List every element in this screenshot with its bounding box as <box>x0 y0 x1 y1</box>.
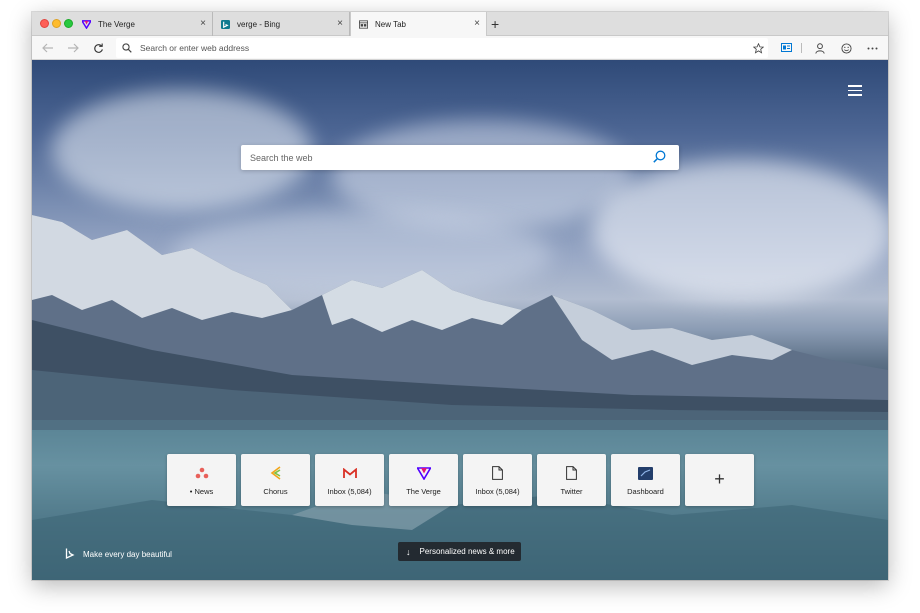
close-tab-icon[interactable]: × <box>200 19 206 29</box>
maximize-window-button[interactable] <box>64 19 73 28</box>
dashboard-icon <box>638 465 654 481</box>
document-icon <box>564 465 580 481</box>
verge-icon <box>416 465 432 481</box>
tile-label: The Verge <box>406 487 441 496</box>
reading-view-icon[interactable] <box>779 41 793 55</box>
browser-window: The Verge × verge - Bing × New Tab × + S… <box>32 12 888 580</box>
background-mountains <box>32 215 888 430</box>
close-tab-icon[interactable]: × <box>337 19 343 29</box>
bing-branding: Make every day beautiful <box>65 548 172 560</box>
add-site-tile[interactable]: + <box>685 454 754 506</box>
close-tab-icon[interactable]: × <box>474 19 480 29</box>
top-site-tile[interactable]: Inbox (5,084) <box>463 454 532 506</box>
refresh-icon[interactable] <box>91 41 105 55</box>
emoji-icon[interactable] <box>839 41 853 55</box>
tab-title: New Tab <box>375 20 406 29</box>
web-search-input[interactable] <box>250 152 640 163</box>
news-icon <box>194 465 210 481</box>
address-bar[interactable] <box>116 38 768 58</box>
tile-label: Inbox (5,084) <box>327 487 372 496</box>
personalized-news-button[interactable]: ↓ Personalized news & more <box>398 542 521 561</box>
new-tab-page: • News Chorus Inbox (5,084) The Verge <box>32 60 888 580</box>
top-site-tile[interactable]: Inbox (5,084) <box>315 454 384 506</box>
plus-icon: + <box>714 469 725 489</box>
new-tab-button[interactable]: + <box>491 16 499 32</box>
tab-title: verge - Bing <box>237 19 281 29</box>
page-settings-menu-icon[interactable] <box>848 85 862 97</box>
profile-icon[interactable] <box>813 41 827 55</box>
close-window-button[interactable] <box>40 19 49 28</box>
search-icon[interactable] <box>653 150 667 164</box>
tile-label: • News <box>189 487 214 496</box>
gmail-icon <box>342 465 358 481</box>
chorus-icon <box>268 465 284 481</box>
web-search-box[interactable] <box>241 145 679 170</box>
more-icon[interactable] <box>865 41 879 55</box>
tile-label: Dashboard <box>627 487 664 496</box>
tile-label: Twitter <box>560 487 583 496</box>
top-site-tile[interactable]: • News <box>167 454 236 506</box>
back-arrow-icon[interactable] <box>41 41 55 55</box>
address-input[interactable] <box>140 43 740 53</box>
star-icon[interactable] <box>751 41 765 55</box>
toolbar-divider <box>801 43 802 53</box>
bing-icon <box>221 19 230 29</box>
newtab-icon <box>359 20 368 29</box>
tile-label: Inbox (5,084) <box>475 487 520 496</box>
bing-logo-icon <box>65 548 75 560</box>
document-icon <box>490 465 506 481</box>
top-site-tile[interactable]: Twitter <box>537 454 606 506</box>
top-site-tile[interactable]: Dashboard <box>611 454 680 506</box>
tab-new-tab[interactable]: New Tab × <box>350 12 487 37</box>
brand-tagline: Make every day beautiful <box>83 549 172 559</box>
tab-strip: The Verge × verge - Bing × New Tab × + <box>32 12 888 37</box>
tile-label: Chorus <box>263 487 288 496</box>
top-site-tile[interactable]: The Verge <box>389 454 458 506</box>
top-sites: • News Chorus Inbox (5,084) The Verge In… <box>167 454 759 506</box>
tab-the-verge[interactable]: The Verge × <box>74 12 213 36</box>
search-icon <box>122 42 134 54</box>
tab-verge-bing[interactable]: verge - Bing × <box>213 12 350 36</box>
down-arrow-icon: ↓ <box>406 546 411 557</box>
toolbar <box>32 36 888 60</box>
verge-icon <box>82 19 91 29</box>
news-button-label: Personalized news & more <box>419 547 515 556</box>
top-site-tile[interactable]: Chorus <box>241 454 310 506</box>
forward-arrow-icon[interactable] <box>66 41 80 55</box>
tab-title: The Verge <box>98 19 135 29</box>
minimize-window-button[interactable] <box>52 19 61 28</box>
